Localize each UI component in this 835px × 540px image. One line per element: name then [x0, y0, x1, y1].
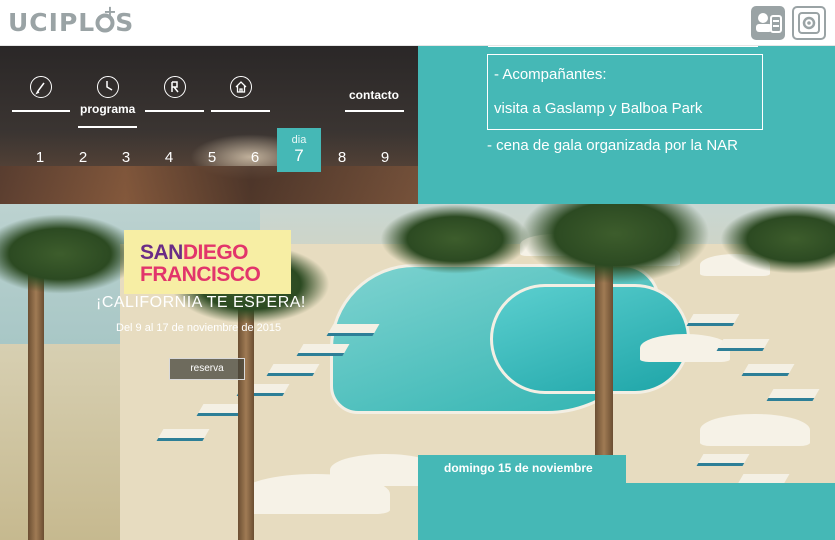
- divider-line: [488, 46, 758, 47]
- lounger: [156, 429, 210, 441]
- logo-plus-glyph: +: [95, 2, 117, 37]
- day-5[interactable]: 5: [202, 149, 222, 166]
- lounger: [716, 339, 770, 351]
- lounger: [296, 344, 350, 356]
- day-6[interactable]: 6: [245, 149, 265, 166]
- nav-item-restaurant[interactable]: [145, 76, 204, 112]
- lounger: [266, 364, 320, 376]
- top-bar: UCIPL + S: [0, 0, 835, 46]
- promo-dates: Del 9 al 17 de noviembre de 2015: [116, 322, 282, 334]
- nav-underline: [12, 110, 70, 112]
- info-line-2: visita a Gaslamp y Balboa Park: [494, 100, 703, 117]
- info-line-3: - cena de gala organizada por la NAR: [487, 137, 738, 154]
- user-card-icon[interactable]: [751, 6, 785, 40]
- nav-label-programa: programa: [80, 102, 136, 116]
- logo[interactable]: UCIPL + S: [8, 2, 135, 37]
- lounger: [696, 454, 750, 466]
- promo-word-san: SAN: [140, 241, 183, 264]
- promo-logo: SANDIEGO FRANCISCO: [124, 230, 291, 294]
- promo-title-line-1: SANDIEGO: [140, 241, 249, 265]
- day-3[interactable]: 3: [116, 149, 136, 166]
- lounger: [686, 314, 740, 326]
- day-2[interactable]: 2: [73, 149, 93, 166]
- main-nav: programa contacto dia 1 2 3 4 5 6 7 8 9: [0, 46, 418, 204]
- restaurant-icon: [163, 76, 186, 98]
- day-word: dia: [291, 134, 307, 146]
- nav-item-house[interactable]: [211, 76, 270, 112]
- lounger: [766, 389, 820, 401]
- logo-text-end: S: [115, 8, 135, 37]
- nav-underline: [145, 110, 204, 112]
- nav-item-programa[interactable]: programa: [78, 76, 137, 128]
- day-9[interactable]: 9: [375, 149, 395, 166]
- umbrella: [700, 414, 810, 446]
- lounger: [741, 364, 795, 376]
- day-1[interactable]: 1: [30, 149, 50, 166]
- settings-gear-icon[interactable]: [792, 6, 826, 40]
- nav-underline: [345, 110, 404, 112]
- logo-text: UCIPL: [8, 8, 96, 37]
- nav-item-contacto[interactable]: contacto: [345, 76, 404, 112]
- nav-underline: [211, 110, 270, 112]
- lounger: [326, 324, 380, 336]
- schedule-panel: [418, 483, 835, 540]
- program-info-panel: - Acompañantes: visita a Gaslamp y Balbo…: [418, 46, 835, 204]
- day-4[interactable]: 4: [159, 149, 179, 166]
- palm-fronds: [380, 204, 530, 274]
- schedule-date-strip: domingo 15 de noviembre: [418, 455, 626, 483]
- day-7[interactable]: 7: [289, 146, 309, 166]
- promo-tagline: ¡CALIFORNIA TE ESPERA!: [96, 294, 306, 311]
- day-8[interactable]: 8: [332, 149, 352, 166]
- pen-icon: [30, 76, 52, 98]
- promo-word-diego: DIEGO: [182, 241, 249, 264]
- logo-plus-mark: +: [103, 2, 118, 21]
- house-icon: [229, 76, 252, 98]
- nav-item-pen[interactable]: [12, 76, 70, 112]
- umbrella: [240, 474, 390, 514]
- nav-label-contacto: contacto: [349, 88, 400, 102]
- info-line-1: - Acompañantes:: [494, 66, 607, 83]
- promo-word-francisco: FRANCISCO: [140, 263, 261, 286]
- schedule-date: domingo 15 de noviembre: [444, 461, 593, 475]
- umbrella: [640, 334, 730, 362]
- clock-icon: [96, 76, 119, 98]
- nav-underline: [78, 126, 137, 128]
- reserve-button[interactable]: reserva: [169, 358, 245, 380]
